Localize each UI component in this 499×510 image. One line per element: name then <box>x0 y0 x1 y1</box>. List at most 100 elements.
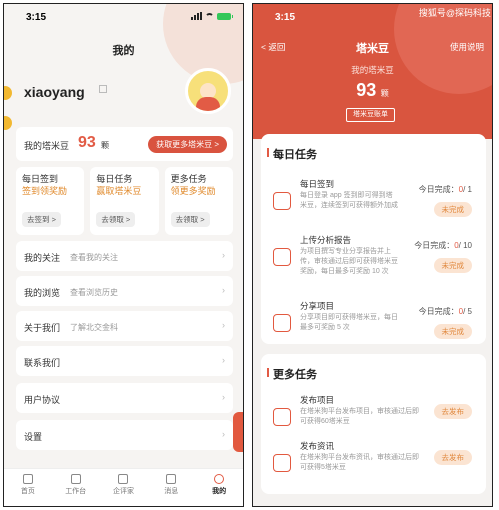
task-card-checkin[interactable]: 每日签到 签到领奖励 去签到 > <box>16 167 85 235</box>
coins-screen: 3:15 < 返回 塔米豆 使用说明 我的塔米豆 93 颗 塔米豆账单 每日任务… <box>252 3 493 507</box>
signal-icon <box>191 12 202 20</box>
menu-sublabel: 查看浏览历史 <box>70 288 118 297</box>
task-row: 每日签到 每日登录 app 签到即可得到塔米豆，连续签到可获得额外加成 今日完成… <box>269 178 480 236</box>
task-desc: 分享项目即可获得塔米豆，每日最多可奖励 5 次 <box>300 314 398 331</box>
section-title: 每日任务 <box>267 146 317 162</box>
checkin-button[interactable]: 去签到 > <box>22 212 61 227</box>
message-icon <box>166 474 177 484</box>
menu-label: 我的浏览 <box>24 288 61 298</box>
task-card-subtitle: 领更多奖励 <box>170 186 216 196</box>
publish-button[interactable]: 去发布 <box>433 404 472 419</box>
get-more-coins-button[interactable]: 获取更多塔米豆 > <box>148 136 227 153</box>
floating-tab[interactable] <box>233 412 243 452</box>
coins-unit: 颗 <box>380 89 389 98</box>
menu-item-contact[interactable]: 联系我们 › <box>16 346 233 376</box>
task-row: 发布资讯 在塔米狗平台发布资讯，审核通过后即可获得5塔米豆 去发布 <box>269 440 480 498</box>
task-card-subtitle: 赢取塔米豆 <box>96 186 142 196</box>
document-icon <box>273 454 291 472</box>
publish-button[interactable]: 去发布 <box>433 450 472 465</box>
status-bar: 3:15 <box>4 10 243 26</box>
claim-button[interactable]: 去领取 > <box>96 212 136 227</box>
menu-item-settings[interactable]: 设置 › <box>16 420 233 450</box>
chevron-right-icon: › <box>222 320 225 330</box>
battery-icon <box>217 12 233 20</box>
menu-label: 设置 <box>24 432 43 442</box>
task-name: 分享项目 <box>300 301 335 311</box>
task-card-more[interactable]: 更多任务 领更多奖励 去领取 > <box>164 167 233 235</box>
tab-evaluator[interactable]: 企评家 <box>100 469 148 506</box>
task-row: 上传分析报告 为项目撰写专业分享报告并上传，审核通过后即可获得塔米豆奖励，每日最… <box>269 234 480 292</box>
task-status-button[interactable]: 未完成 <box>433 202 472 217</box>
menu-label: 用户协议 <box>24 395 61 405</box>
task-status-button[interactable]: 未完成 <box>433 258 472 273</box>
task-card-daily[interactable]: 每日任务 赢取塔米豆 去领取 > <box>90 167 159 235</box>
task-desc: 每日登录 app 签到即可得到塔米豆，连续签到可获得额外加成 <box>300 192 398 209</box>
wifi-icon <box>205 12 214 20</box>
task-card-subtitle: 签到领奖励 <box>22 186 68 196</box>
coin-statement-button[interactable]: 塔米豆账单 <box>346 108 395 122</box>
coins-subtitle: 我的塔米豆 <box>351 65 394 75</box>
task-card-title: 每日签到 <box>22 174 59 184</box>
status-time: 3:15 <box>275 12 296 23</box>
tab-label: 我的 <box>212 488 227 495</box>
edit-icon <box>273 408 291 426</box>
watermark: 搜狐号@探码科技 <box>418 8 491 18</box>
status-icons <box>191 12 233 20</box>
bottom-tab-bar: 首页 工作台 企评家 消息 我的 <box>4 468 243 506</box>
more-tasks-card: 更多任务 发布项目 在塔米狗平台发布项目，审核通过后即可获得60塔米豆 去发布 … <box>261 354 486 494</box>
chevron-right-icon: › <box>222 355 225 365</box>
chevron-right-icon: › <box>222 250 225 260</box>
tab-home[interactable]: 首页 <box>4 469 52 506</box>
coin-card: 我的塔米豆 93 颗 获取更多塔米豆 > <box>16 127 233 161</box>
decorative-dot <box>4 116 12 130</box>
tab-profile[interactable]: 我的 <box>195 469 243 506</box>
task-progress: 今日完成：0/ 1 <box>418 185 472 194</box>
task-desc: 在塔米狗平台发布项目，审核通过后即可获得60塔米豆 <box>300 408 419 425</box>
home-icon <box>22 474 33 484</box>
status-time: 3:15 <box>26 12 47 23</box>
menu-label: 关于我们 <box>24 323 61 333</box>
claim-button[interactable]: 去领取 > <box>170 212 210 227</box>
tab-label: 工作台 <box>65 488 87 495</box>
task-status-button[interactable]: 未完成 <box>433 324 472 339</box>
coins-value: 93 <box>356 80 377 100</box>
task-progress: 今日完成：0/ 10 <box>414 241 472 250</box>
tab-workbench[interactable]: 工作台 <box>52 469 100 506</box>
daily-tasks-card: 每日任务 每日签到 每日登录 app 签到即可得到塔米豆，连续签到可获得额外加成… <box>261 134 486 344</box>
edit-icon[interactable] <box>99 85 107 93</box>
chevron-right-icon: › <box>222 285 225 295</box>
profile-screen: 3:15 我的 xiaoyang 我的塔米豆 93 颗 获取更多塔米豆 > 每日… <box>3 3 244 507</box>
user-icon <box>214 474 225 484</box>
task-card-title: 每日任务 <box>96 174 133 184</box>
task-card-title: 更多任务 <box>170 174 207 184</box>
shield-icon <box>118 474 129 484</box>
share-icon <box>273 314 291 332</box>
menu-item-history[interactable]: 我的浏览 查看浏览历史 › <box>16 276 233 306</box>
chevron-right-icon: › <box>222 429 225 439</box>
menu-item-agreement[interactable]: 用户协议 › <box>16 383 233 413</box>
menu-item-about[interactable]: 关于我们 了解北交金科 › <box>16 311 233 341</box>
coin-unit: 颗 <box>101 141 109 150</box>
star-icon <box>70 474 81 484</box>
task-name: 发布资讯 <box>300 441 335 451</box>
tab-label: 企评家 <box>112 488 134 495</box>
help-link[interactable]: 使用说明 <box>450 41 484 53</box>
screenshot-canvas: 3:15 我的 xiaoyang 我的塔米豆 93 颗 获取更多塔米豆 > 每日… <box>0 0 499 510</box>
menu-label: 联系我们 <box>24 358 61 368</box>
menu-sublabel: 了解北交金科 <box>70 323 118 332</box>
username: xiaoyang <box>24 84 85 100</box>
tab-label: 首页 <box>20 488 35 495</box>
task-desc: 为项目撰写专业分享报告并上传，审核通过后即可获得塔米豆奖励，每日最多可奖励 10… <box>300 248 398 275</box>
menu-item-follows[interactable]: 我的关注 查看我的关注 › <box>16 241 233 271</box>
tab-messages[interactable]: 消息 <box>147 469 195 506</box>
coin-value: 93 <box>78 134 96 151</box>
calendar-icon <box>273 192 291 210</box>
avatar[interactable] <box>185 68 231 114</box>
menu-label: 我的关注 <box>24 253 61 263</box>
task-name: 上传分析报告 <box>300 235 352 245</box>
decorative-dot <box>4 86 12 100</box>
report-icon <box>273 248 291 266</box>
coins-total: 93 颗 <box>253 80 492 101</box>
task-name: 发布项目 <box>300 395 335 405</box>
coin-label: 我的塔米豆 <box>24 141 70 151</box>
